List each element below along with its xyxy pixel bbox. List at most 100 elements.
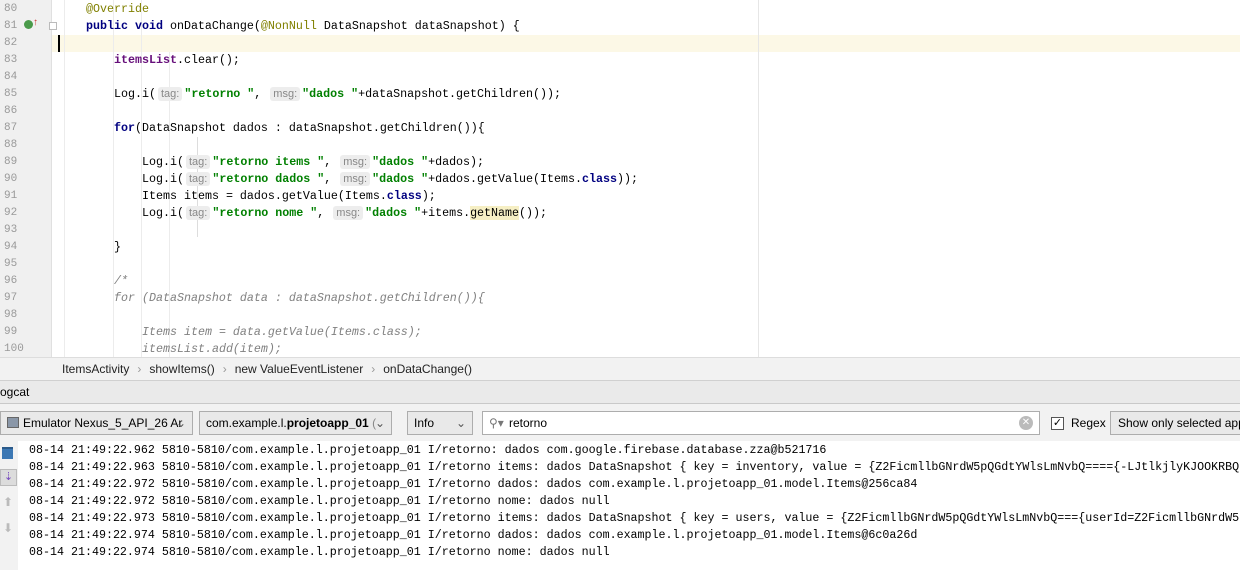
arrow-up-icon[interactable]: ⬆ bbox=[3, 495, 13, 509]
line-number: 89 bbox=[4, 156, 18, 168]
line-number: 83 bbox=[4, 54, 18, 66]
line-number: 94 bbox=[4, 241, 18, 253]
code-token: ()); bbox=[519, 206, 548, 220]
parameter-hint: tag: bbox=[185, 155, 211, 169]
parameter-hint: msg: bbox=[333, 206, 364, 220]
line-number: 98 bbox=[4, 309, 18, 321]
log-line[interactable]: 08-14 21:49:22.972 5810-5810/com.example… bbox=[29, 493, 610, 510]
line-number: 85 bbox=[4, 88, 18, 100]
clear-search-icon[interactable]: ✕ bbox=[1019, 416, 1033, 430]
parameter-hint: msg: bbox=[270, 87, 301, 101]
logcat-title: ogcat bbox=[0, 385, 30, 399]
code-token: @Override bbox=[86, 2, 149, 16]
code-token: +dataSnapshot.getChildren()); bbox=[358, 87, 561, 101]
search-icon: ⚲▾ bbox=[489, 416, 504, 430]
indent-guide bbox=[64, 0, 65, 357]
regex-checkbox[interactable]: ✓ bbox=[1051, 417, 1064, 430]
code-token: , bbox=[254, 87, 269, 101]
code-line: for(DataSnapshot dados : dataSnapshot.ge… bbox=[114, 120, 485, 137]
text-caret bbox=[58, 35, 60, 52]
code-token: "dados " bbox=[302, 87, 359, 101]
chevron-right-icon: › bbox=[222, 362, 227, 376]
right-margin-line bbox=[758, 0, 759, 357]
line-number: 80 bbox=[4, 3, 18, 15]
chevron-down-icon: ⌄ bbox=[455, 416, 466, 430]
implements-method-icon[interactable] bbox=[24, 20, 33, 29]
code-token: for (DataSnapshot data : dataSnapshot.ge… bbox=[114, 291, 485, 305]
code-token: itemsList bbox=[114, 53, 177, 67]
code-token: , bbox=[324, 155, 339, 169]
log-line[interactable]: 08-14 21:49:22.963 5810-5810/com.example… bbox=[29, 459, 1240, 476]
arrow-up-icon[interactable]: ↑ bbox=[33, 17, 38, 28]
code-token: } bbox=[114, 240, 121, 254]
code-line: public void onDataChange(@NonNull DataSn… bbox=[86, 18, 520, 35]
parameter-hint: msg: bbox=[340, 155, 371, 169]
line-number: 87 bbox=[4, 122, 18, 134]
package-dropdown[interactable]: com.example.l.projetoapp_01 (⌄ bbox=[199, 411, 392, 435]
line-number: 82 bbox=[4, 37, 18, 49]
filter-dropdown[interactable]: Show only selected app bbox=[1110, 411, 1240, 435]
line-number: 99 bbox=[4, 326, 18, 338]
breadcrumb-item[interactable]: new ValueEventListener bbox=[235, 362, 364, 376]
code-line: /* bbox=[114, 273, 128, 290]
code-token: Log.i( bbox=[142, 155, 184, 169]
breadcrumb-item[interactable]: ItemsActivity bbox=[62, 362, 129, 376]
fold-icon[interactable] bbox=[49, 22, 57, 30]
code-token: getName bbox=[470, 206, 520, 220]
logcat-toolbar: Emulator Nexus_5_API_26 Ar ⌄ com.example.… bbox=[0, 404, 1240, 441]
code-token: public void bbox=[86, 19, 170, 33]
code-token: Items items = dados.getValue(Items. bbox=[142, 189, 387, 203]
code-token: +items. bbox=[421, 206, 471, 220]
code-line: Log.i(tag: "retorno items ", msg: "dados "… bbox=[142, 154, 484, 171]
chevron-right-icon: › bbox=[137, 362, 142, 376]
line-number: 86 bbox=[4, 105, 18, 117]
package-name: projetoapp_01 bbox=[286, 416, 369, 430]
device-label: Emulator Nexus_5_API_26 Ar bbox=[23, 416, 183, 430]
log-line[interactable]: 08-14 21:49:22.962 5810-5810/com.example… bbox=[29, 442, 826, 459]
breadcrumb-item[interactable]: showItems() bbox=[149, 362, 214, 376]
code-token: Log.i( bbox=[114, 87, 156, 101]
code-line: @Override bbox=[86, 1, 149, 18]
logcat-search-input[interactable]: ⚲▾ retorno ✕ bbox=[482, 411, 1040, 435]
log-line[interactable]: 08-14 21:49:22.974 5810-5810/com.example… bbox=[29, 544, 610, 561]
line-number: 95 bbox=[4, 258, 18, 270]
device-dropdown[interactable]: Emulator Nexus_5_API_26 Ar ⌄ bbox=[0, 411, 193, 435]
code-line: } bbox=[114, 239, 121, 256]
filter-label: Show only selected app bbox=[1118, 416, 1240, 430]
scroll-to-end-icon[interactable]: ⇣ bbox=[0, 469, 17, 486]
logcat-header: ogcat bbox=[0, 381, 1240, 404]
code-editor[interactable]: 80 @Override 81 public void onDataChange(@N… bbox=[0, 0, 1240, 357]
code-token: Log.i( bbox=[142, 172, 184, 186]
code-line: itemsList.clear(); bbox=[114, 52, 240, 69]
trash-icon[interactable] bbox=[2, 447, 13, 459]
code-token: "retorno dados " bbox=[212, 172, 325, 186]
chevron-down-icon: ⌄ bbox=[374, 416, 385, 430]
log-line[interactable]: 08-14 21:49:22.973 5810-5810/com.example… bbox=[29, 510, 1239, 527]
log-line[interactable]: 08-14 21:49:22.972 5810-5810/com.example… bbox=[29, 476, 917, 493]
line-number: 100 bbox=[4, 343, 24, 355]
code-token: Items item = data.getValue(Items.class); bbox=[142, 325, 422, 339]
line-number: 84 bbox=[4, 71, 18, 83]
parameter-hint: tag: bbox=[185, 206, 211, 220]
logcat-output[interactable]: 08-14 21:49:22.962 5810-5810/com.example… bbox=[18, 441, 1240, 570]
log-line[interactable]: 08-14 21:49:22.974 5810-5810/com.example… bbox=[29, 527, 917, 544]
code-token: .clear(); bbox=[176, 53, 240, 67]
breadcrumb-item[interactable]: onDataChange() bbox=[383, 362, 472, 376]
parameter-hint: msg: bbox=[340, 172, 371, 186]
code-line: Items item = data.getValue(Items.class); bbox=[142, 324, 422, 341]
code-token: for bbox=[114, 121, 135, 135]
arrow-down-icon[interactable]: ⬇ bbox=[3, 521, 13, 535]
log-level-dropdown[interactable]: Info ⌄ bbox=[407, 411, 473, 435]
parameter-hint: tag: bbox=[157, 87, 183, 101]
code-line: Items items = dados.getValue(Items.class… bbox=[142, 188, 436, 205]
code-token: class bbox=[386, 189, 422, 203]
code-token: +dados.getValue(Items. bbox=[428, 172, 582, 186]
breadcrumb: ItemsActivity › showItems() › new ValueEve… bbox=[0, 357, 1240, 381]
code-token: "dados " bbox=[372, 172, 429, 186]
current-line-highlight bbox=[0, 35, 1240, 52]
line-number: 93 bbox=[4, 224, 18, 236]
device-icon bbox=[7, 417, 19, 428]
code-line: itemsList.add(item); bbox=[142, 341, 282, 357]
code-token: , bbox=[324, 172, 339, 186]
line-number: 88 bbox=[4, 139, 18, 151]
